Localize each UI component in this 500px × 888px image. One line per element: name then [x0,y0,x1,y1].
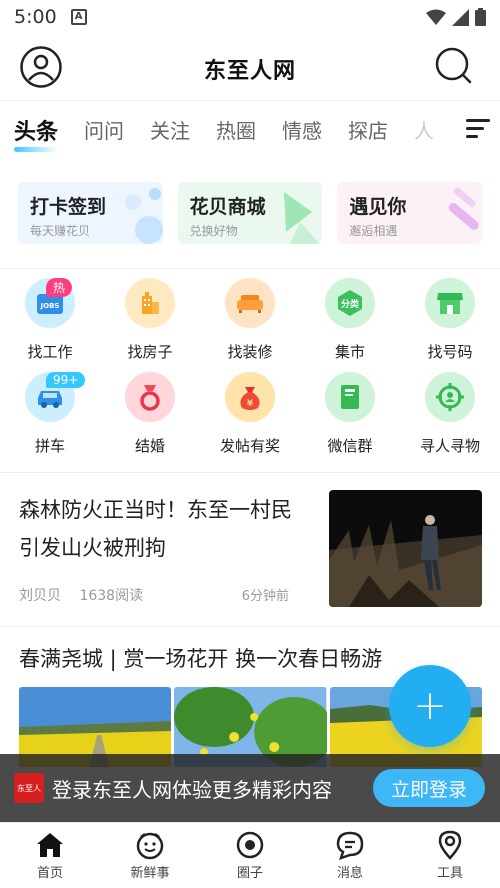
wifi-icon [426,9,446,25]
mall-card[interactable]: 花贝商城 兑换好物 [177,182,323,244]
service-carpool[interactable]: 99+ 拼车 [0,372,100,466]
service-label: 结婚 [134,437,165,455]
tab-explore-shops[interactable]: 探店 [348,115,388,144]
service-label: 拼车 [34,437,65,455]
meet-you-card[interactable]: 遇见你 邂逅相遇 [337,182,483,244]
nav-label: 圈子 [236,866,263,881]
nav-home[interactable]: 首页 [0,823,100,888]
smiley-icon [136,832,164,860]
wedding-ring-icon [125,372,175,422]
article-author: 刘贝贝 [19,588,61,604]
search-icon[interactable] [434,46,474,86]
service-label: 微信群 [327,437,373,455]
service-renovation[interactable]: 找装修 [200,278,300,372]
article-card[interactable]: 春满尧城 | 赏一场花开 换一次春日畅游 [0,626,500,767]
menu-icon[interactable] [466,119,490,139]
article-thumbnail [329,490,482,607]
app-brand: 东至人网 [203,59,296,84]
category-icon: 分类 [325,278,375,328]
count-badge: 99+ [46,372,86,388]
chat-icon [336,831,364,860]
stripe-icon [448,187,479,230]
service-label: 找房子 [127,343,173,361]
nav-label: 工具 [436,866,463,881]
category-icon-text: 分类 [341,298,360,310]
status-time: 5:00 [14,6,57,28]
triangle-icon [284,192,321,244]
tab-emotion[interactable]: 情感 [282,115,322,144]
service-label: 找装修 [227,343,273,361]
nav-fresh-news[interactable]: 新鲜事 [100,823,200,888]
service-grid: JOBS 热 找工作 找房子 找装修 分类 集市 找号码 99+ 拼车 结婚 ¥… [0,278,500,466]
article-card[interactable]: 森林防火正当时！东至一村民引发山火被刑拘 刘贝贝 1638阅读 6分钟前 [0,472,500,626]
service-wechat-group[interactable]: 微信群 [300,372,400,466]
nav-label: 首页 [36,866,63,881]
brand-logo-icon: 东至人 [14,773,44,803]
feature-cards: 打卡签到 每天赚花贝 花贝商城 兑换好物 遇见你 邂逅相遇 [18,182,483,244]
notification-icon: A [70,9,87,25]
article-meta: 刘贝贝 1638阅读 6分钟前 [19,585,289,605]
shop-icon [425,278,475,328]
hot-badge: 热 [46,278,73,297]
bubble-icon [124,188,163,244]
divider [0,268,500,269]
add-post-button[interactable]: + [389,665,471,747]
service-lost-found[interactable]: 寻人寻物 [400,372,500,466]
checkin-card[interactable]: 打卡签到 每天赚花贝 [18,182,163,244]
nav-tools[interactable]: 工具 [400,823,500,888]
article-title: 春满尧城 | 赏一场花开 换一次春日畅游 [19,647,383,671]
building-icon [125,278,175,328]
tab-headlines[interactable]: 头条 [14,114,58,152]
nav-circle[interactable]: 圈子 [200,823,300,888]
signal-icon [452,8,469,26]
service-wedding[interactable]: 结婚 [100,372,200,466]
article-title: 森林防火正当时！东至一村民引发山火被刑拘 [19,498,292,560]
location-pin-icon [438,830,462,860]
service-find-job[interactable]: JOBS 热 找工作 [0,278,100,372]
service-post-reward[interactable]: ¥ 发帖有奖 [200,372,300,466]
service-label: 找号码 [427,343,473,361]
article-reads: 1638阅读 [79,588,144,604]
service-find-number[interactable]: 找号码 [400,278,500,372]
nav-messages[interactable]: 消息 [300,823,400,888]
svg-text:¥: ¥ [247,399,254,409]
status-icons [426,8,486,26]
tab-hot-circle[interactable]: 热圈 [216,115,256,144]
login-banner: 东至人 登录东至人网体验更多精彩内容 立即登录 [0,754,500,822]
category-tabs: 头条 问问 关注 热圈 情感 探店 人 [0,100,500,158]
book-icon [325,372,375,422]
svg-text:JOBS: JOBS [40,302,60,310]
sofa-icon [225,278,275,328]
tab-questions[interactable]: 问问 [84,115,124,144]
login-button[interactable]: 立即登录 [373,769,485,807]
money-bag-icon: ¥ [225,372,275,422]
tabs-fade [430,101,460,157]
service-label: 发帖有奖 [219,437,280,455]
service-label: 集市 [334,343,365,361]
nav-label: 新鲜事 [130,866,170,881]
status-bar: 5:00 A [0,0,500,34]
service-market[interactable]: 分类 集市 [300,278,400,372]
home-icon [37,833,63,857]
tab-following[interactable]: 关注 [150,115,190,144]
locate-person-icon [425,372,475,422]
service-label: 寻人寻物 [419,437,480,455]
app-header: 东至人网 [0,34,500,100]
battery-icon [475,8,486,26]
nav-label: 消息 [336,866,363,881]
article-time: 6分钟前 [241,589,289,604]
circle-dot-icon [236,831,264,859]
service-find-house[interactable]: 找房子 [100,278,200,372]
service-label: 找工作 [27,343,73,361]
bottom-nav: 首页 新鲜事 圈子 消息 工具 [0,822,500,888]
login-prompt: 登录东至人网体验更多精彩内容 [52,777,332,802]
